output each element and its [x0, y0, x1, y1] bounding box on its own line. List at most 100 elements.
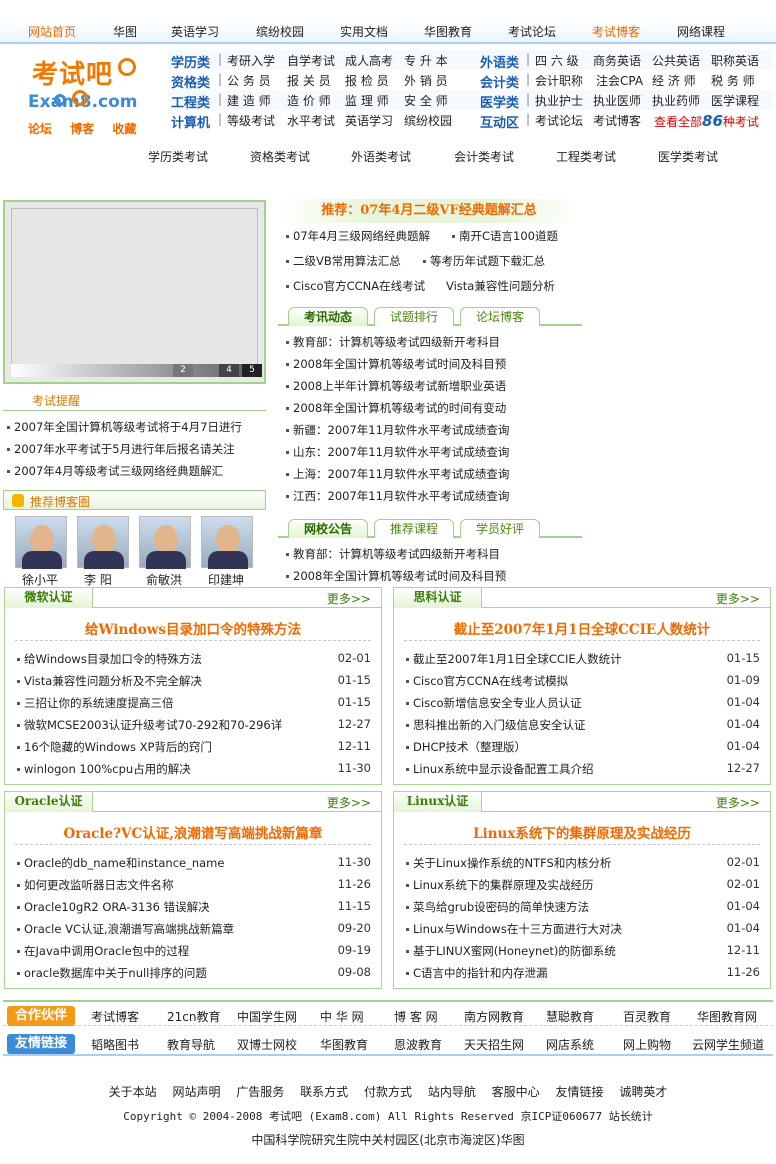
friend-link[interactable]: 天天招生网 [464, 1036, 524, 1053]
category-link[interactable]: 英语学习 [345, 112, 393, 129]
friend-link[interactable]: 韬略图书 [91, 1036, 139, 1053]
list-item[interactable]: 南开C语言100道题 [452, 228, 558, 244]
friend-link[interactable]: 网上购物 [623, 1036, 671, 1053]
list-item[interactable]: 2007年4月等级考试三级网络经典题解汇 [7, 463, 223, 479]
category-link[interactable]: 执业医师 [593, 92, 641, 109]
subnav-item[interactable]: 医学类考试 [658, 148, 718, 165]
footer-link[interactable]: 广告服务 [236, 1085, 284, 1099]
slider-page-button[interactable]: 4 [219, 364, 239, 377]
partner-link[interactable]: 中国学生网 [237, 1008, 297, 1025]
category-link[interactable]: 安 全 师 [404, 92, 448, 109]
category-link[interactable]: 职称英语 [711, 52, 759, 69]
list-item[interactable]: 2007年全国计算机等级考试将于4月7日进行 [7, 419, 242, 435]
footer-link[interactable]: 网站声明 [172, 1085, 220, 1099]
section-headline[interactable]: 截止至2007年1月1日全球CCIE人数统计 [394, 618, 770, 638]
tab-ranking[interactable]: 试题排行 [374, 307, 454, 326]
more-link[interactable]: 更多>> [716, 794, 760, 811]
list-item[interactable]: 2007年水平考试于5月进行年后报名请关注 [7, 441, 235, 457]
nav-blog[interactable]: 考试博客 [592, 23, 640, 40]
subnav-item[interactable]: 学历类考试 [148, 148, 208, 165]
tab-announce[interactable]: 网校公告 [288, 519, 368, 538]
table-row[interactable]: Oracle的db_name和instance_name 11-30 [17, 855, 373, 873]
friend-link[interactable]: 双博士网校 [237, 1036, 297, 1053]
category-title[interactable]: 资格类 [171, 72, 210, 91]
category-title[interactable]: 学历类 [171, 52, 210, 71]
blogger-name[interactable]: 徐小平 [22, 571, 58, 588]
friend-link[interactable]: 云网学生频道 [692, 1036, 764, 1053]
recommend-title[interactable]: 推荐：07年4月二级VF经典题解汇总 [278, 199, 580, 223]
category-link[interactable]: 会计职称 [535, 72, 583, 89]
nav-courses[interactable]: 网络课程 [677, 23, 725, 40]
tab-courses[interactable]: 推荐课程 [374, 519, 454, 538]
table-row[interactable]: 16个隐藏的Windows XP背后的窍门 12-11 [17, 739, 373, 757]
more-link[interactable]: 更多>> [716, 590, 760, 607]
section-headline[interactable]: Linux系统下的集群原理及实战经历 [394, 822, 770, 842]
subnav-item[interactable]: 资格类考试 [250, 148, 310, 165]
table-row[interactable]: 三招让你的系统速度提高三倍 01-15 [17, 695, 373, 713]
footer-link[interactable]: 联系方式 [300, 1085, 348, 1099]
slider-page-button[interactable]: 5 [242, 364, 262, 377]
slider-image[interactable] [11, 208, 258, 376]
subnav-item[interactable]: 外语类考试 [351, 148, 411, 165]
footer-link[interactable]: 关于本站 [109, 1085, 157, 1099]
footer-link[interactable]: 站内导航 [428, 1085, 476, 1099]
link-forum[interactable]: 论坛 [28, 122, 52, 136]
nav-docs[interactable]: 实用文档 [340, 23, 388, 40]
avatar[interactable] [201, 516, 253, 569]
section-headline[interactable]: Oracle?VC认证,浪潮谱写高端挑战新篇章 [5, 822, 381, 842]
category-link[interactable]: 成人高考 [345, 52, 393, 69]
image-slider[interactable]: 2 4 5 [3, 200, 266, 384]
category-link[interactable]: 报 关 员 [287, 72, 331, 89]
table-row[interactable]: 截止至2007年1月1日全球CCIE人数统计 01-15 [406, 651, 762, 669]
category-link[interactable]: 税 务 师 [711, 72, 755, 89]
table-row[interactable]: 给Windows目录加口令的特殊方法 02-01 [17, 651, 373, 669]
partner-link[interactable]: 华图教育网 [697, 1008, 757, 1025]
list-item[interactable]: 2008年全国计算机等级考试时间及科目预 [286, 356, 506, 372]
category-link[interactable]: 缤纷校园 [404, 112, 452, 129]
table-row[interactable]: oracle数据库中关于null排序的问题 09-08 [17, 965, 373, 983]
nav-forum[interactable]: 考试论坛 [508, 23, 556, 40]
table-row[interactable]: winlogon 100%cpu占用的解决 11-30 [17, 761, 373, 779]
table-row[interactable]: Oracle VC认证,浪潮谱写高端挑战新篇章 09-20 [17, 921, 373, 939]
table-row[interactable]: Cisco新增信息安全专业人员认证 01-04 [406, 695, 762, 713]
partner-link[interactable]: 中 华 网 [320, 1008, 364, 1025]
partner-link[interactable]: 博 客 网 [394, 1008, 438, 1025]
friend-link[interactable]: 恩波教育 [394, 1036, 442, 1053]
more-link[interactable]: 更多>> [327, 590, 371, 607]
list-item[interactable]: 教育部：计算机等级考试四级新开考科目 [286, 334, 500, 350]
list-item[interactable]: Cisco官方CCNA在线考试 [286, 278, 425, 294]
table-row[interactable]: 基于LINUX蜜网(Honeynet)的防御系统 12-11 [406, 943, 762, 961]
category-link[interactable]: 自学考试 [287, 52, 335, 69]
table-row[interactable]: Linux与Windows在十三方面进行大对决 01-04 [406, 921, 762, 939]
table-row[interactable]: DHCP技术（整理版） 01-04 [406, 739, 762, 757]
view-all-exams-link[interactable]: 查看全部86种考试 [654, 112, 759, 130]
list-item[interactable]: 山东：2007年11月软件水平考试成绩查询 [286, 444, 509, 460]
category-link[interactable]: 考试论坛 [535, 112, 583, 129]
category-link[interactable]: 外 销 员 [404, 72, 448, 89]
list-item[interactable]: 2008年全国计算机等级考试时间及科目预 [286, 568, 506, 584]
list-item[interactable]: 等考历年试题下载汇总 [423, 253, 545, 269]
avatar[interactable] [15, 516, 67, 569]
category-link[interactable]: 等级考试 [227, 112, 275, 129]
partner-link[interactable]: 百灵教育 [623, 1008, 671, 1025]
category-link[interactable]: 报 检 员 [345, 72, 389, 89]
category-title[interactable]: 会计类 [480, 72, 519, 91]
table-row[interactable]: 在Java中调用Oracle包中的过程 09-19 [17, 943, 373, 961]
category-link[interactable]: 注会CPA [596, 72, 643, 89]
list-item[interactable]: Vista兼容性问题分析 [446, 278, 555, 294]
list-item[interactable]: 江西：2007年11月软件水平考试成绩查询 [286, 488, 509, 504]
list-item[interactable]: 二级VB常用算法汇总 [286, 253, 401, 269]
friend-link[interactable]: 华图教育 [320, 1036, 368, 1053]
avatar[interactable] [139, 516, 191, 569]
tab-news[interactable]: 考讯动态 [288, 307, 368, 326]
partner-link[interactable]: 慧聪教育 [546, 1008, 594, 1025]
category-link[interactable]: 医学课程 [711, 92, 759, 109]
nav-home[interactable]: 网站首页 [28, 23, 76, 40]
table-row[interactable]: Linux系统中显示设备配置工具介绍 12-27 [406, 761, 762, 779]
friend-link[interactable]: 网店系统 [546, 1036, 594, 1053]
tab-forum-blog[interactable]: 论坛博客 [460, 307, 540, 326]
site-logo[interactable]: 考试吧 Exam8.com 论坛 博客 收藏 [10, 50, 160, 138]
footer-link[interactable]: 付款方式 [364, 1085, 412, 1099]
avatar[interactable] [77, 516, 129, 569]
nav-huatu-edu[interactable]: 华图教育 [424, 23, 472, 40]
